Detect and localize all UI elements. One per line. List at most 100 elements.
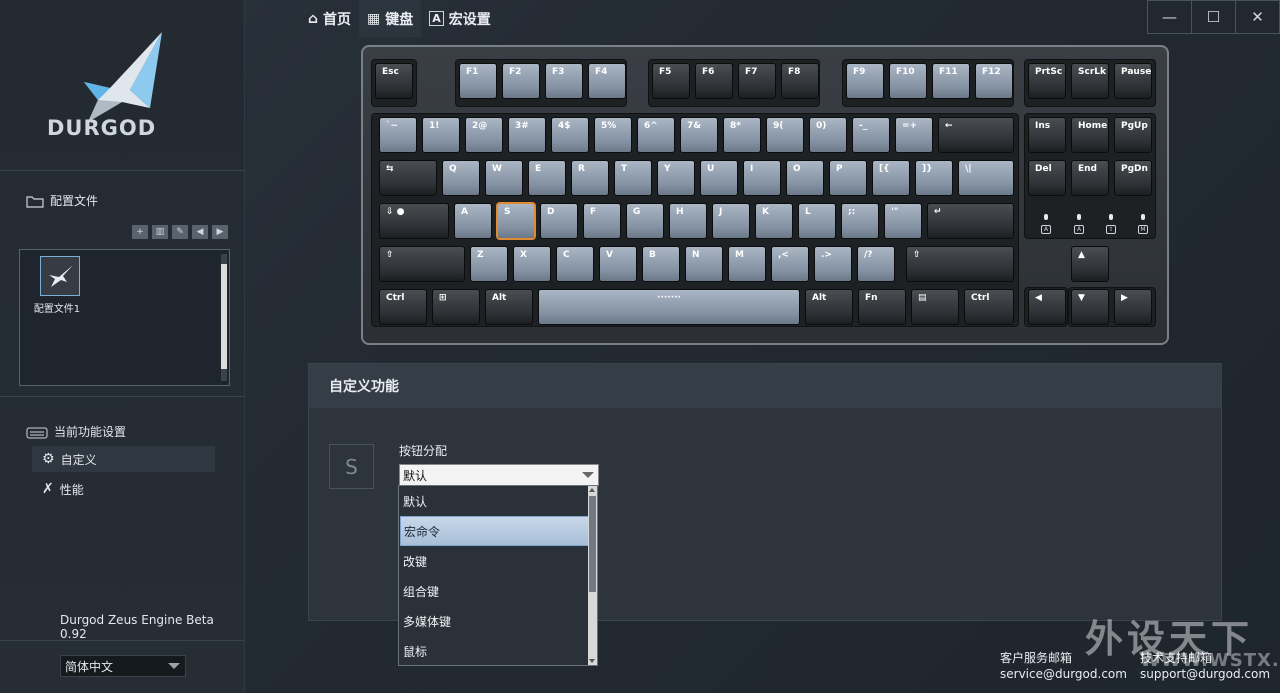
key[interactable]: `~ bbox=[379, 117, 417, 153]
key[interactable]: B bbox=[642, 246, 680, 282]
key[interactable]: F10 bbox=[889, 63, 927, 99]
dropdown-option[interactable]: 多媒体键 bbox=[400, 606, 589, 636]
add-profile-icon[interactable]: + bbox=[132, 225, 148, 239]
key[interactable]: ▲ bbox=[1071, 246, 1109, 282]
key[interactable]: '" bbox=[884, 203, 922, 239]
close-button[interactable]: ✕ bbox=[1235, 0, 1280, 34]
key[interactable]: U bbox=[700, 160, 738, 196]
key[interactable]: F11 bbox=[932, 63, 970, 99]
key[interactable]: Esc bbox=[375, 63, 413, 99]
key[interactable]: N bbox=[685, 246, 723, 282]
minimize-button[interactable]: — bbox=[1147, 0, 1192, 34]
key[interactable]: D bbox=[540, 203, 578, 239]
next-profile-icon[interactable]: ▶ bbox=[212, 225, 228, 239]
key[interactable]: G bbox=[626, 203, 664, 239]
key[interactable]: 9( bbox=[766, 117, 804, 153]
key[interactable]: ;: bbox=[841, 203, 879, 239]
key[interactable]: Ins bbox=[1028, 117, 1066, 153]
key[interactable]: ,< bbox=[771, 246, 809, 282]
prev-profile-icon[interactable]: ◀ bbox=[192, 225, 208, 239]
key[interactable]: W bbox=[485, 160, 523, 196]
key[interactable]: 3# bbox=[508, 117, 546, 153]
key[interactable]: F6 bbox=[695, 63, 733, 99]
key[interactable]: 0) bbox=[809, 117, 847, 153]
key[interactable]: 7& bbox=[680, 117, 718, 153]
key[interactable]: ]} bbox=[915, 160, 953, 196]
key[interactable]: ⇧ bbox=[906, 246, 1014, 282]
key[interactable]: O bbox=[786, 160, 824, 196]
key[interactable]: .> bbox=[814, 246, 852, 282]
key[interactable]: ▤ bbox=[911, 289, 959, 325]
key[interactable]: Alt bbox=[805, 289, 853, 325]
menu-item-performance[interactable]: ✗ 性能 bbox=[32, 476, 215, 502]
key[interactable]: F12 bbox=[975, 63, 1013, 99]
key[interactable]: J bbox=[712, 203, 750, 239]
key[interactable]: ← bbox=[938, 117, 1014, 153]
key[interactable]: Q bbox=[442, 160, 480, 196]
key[interactable]: F3 bbox=[545, 63, 583, 99]
edit-profile-icon[interactable]: ✎ bbox=[172, 225, 188, 239]
key[interactable]: 1! bbox=[422, 117, 460, 153]
dropdown-option[interactable]: 改键 bbox=[400, 546, 589, 576]
key[interactable]: X bbox=[513, 246, 551, 282]
scroll-down-icon[interactable] bbox=[589, 659, 595, 663]
key[interactable]: I bbox=[743, 160, 781, 196]
key[interactable]: K bbox=[755, 203, 793, 239]
maximize-button[interactable]: ☐ bbox=[1191, 0, 1236, 34]
key[interactable]: H bbox=[669, 203, 707, 239]
key[interactable]: ▶ bbox=[1114, 289, 1152, 325]
key[interactable]: PrtSc bbox=[1028, 63, 1066, 99]
key[interactable]: T bbox=[614, 160, 652, 196]
key[interactable]: ⇩ ● bbox=[379, 203, 449, 239]
profile-item[interactable]: 配置文件1 bbox=[34, 256, 84, 315]
key[interactable]: 8* bbox=[723, 117, 761, 153]
key[interactable]: ⊞ bbox=[432, 289, 480, 325]
key[interactable]: F8 bbox=[781, 63, 819, 99]
tab-keyboard[interactable]: ▦ 键盘 bbox=[359, 0, 422, 37]
key[interactable]: F5 bbox=[652, 63, 690, 99]
service-email[interactable]: service@durgod.com bbox=[1000, 666, 1127, 682]
key[interactable]: Home bbox=[1071, 117, 1109, 153]
key[interactable]: Alt bbox=[485, 289, 533, 325]
menu-item-custom[interactable]: ⚙ 自定义 bbox=[32, 446, 215, 472]
key[interactable]: F4 bbox=[588, 63, 626, 99]
key[interactable]: -_ bbox=[852, 117, 890, 153]
dropdown-option-highlighted[interactable]: 宏命令 bbox=[400, 516, 589, 546]
key[interactable]: F2 bbox=[502, 63, 540, 99]
key[interactable]: Ctrl bbox=[379, 289, 427, 325]
key[interactable]: F9 bbox=[846, 63, 884, 99]
key[interactable]: 2@ bbox=[465, 117, 503, 153]
dropdown-option[interactable]: 鼠标 bbox=[400, 636, 589, 666]
key[interactable]: End bbox=[1071, 160, 1109, 196]
key[interactable]: C bbox=[556, 246, 594, 282]
dropdown-option[interactable]: 组合键 bbox=[400, 576, 589, 606]
dropdown-scrollbar[interactable] bbox=[588, 486, 597, 665]
scroll-up-icon[interactable] bbox=[589, 488, 595, 492]
key[interactable]: ◀ bbox=[1028, 289, 1066, 325]
scroll-thumb[interactable] bbox=[589, 496, 596, 592]
key[interactable]: M bbox=[728, 246, 766, 282]
key[interactable]: 5% bbox=[594, 117, 632, 153]
key[interactable]: PgUp bbox=[1114, 117, 1152, 153]
key[interactable]: ScrLk bbox=[1071, 63, 1109, 99]
key[interactable]: [{ bbox=[872, 160, 910, 196]
key[interactable]: /? bbox=[857, 246, 895, 282]
key[interactable]: F7 bbox=[738, 63, 776, 99]
key[interactable]: L bbox=[798, 203, 836, 239]
key[interactable]: V bbox=[599, 246, 637, 282]
key[interactable]: E bbox=[528, 160, 566, 196]
key[interactable]: ▼ bbox=[1071, 289, 1109, 325]
key[interactable]: P bbox=[829, 160, 867, 196]
profile-scrollbar[interactable] bbox=[221, 254, 227, 381]
tab-home[interactable]: ⌂ 首页 bbox=[300, 0, 359, 37]
key[interactable]: =+ bbox=[895, 117, 933, 153]
key-selected[interactable]: S bbox=[496, 202, 536, 240]
key[interactable]: Ctrl bbox=[964, 289, 1014, 325]
key[interactable]: F1 bbox=[459, 63, 497, 99]
key[interactable]: ······· bbox=[538, 289, 800, 325]
key[interactable]: A bbox=[454, 203, 492, 239]
key[interactable]: Del bbox=[1028, 160, 1066, 196]
key[interactable]: PgDn bbox=[1114, 160, 1152, 196]
key[interactable]: ↵ bbox=[927, 203, 1014, 239]
key[interactable]: 4$ bbox=[551, 117, 589, 153]
